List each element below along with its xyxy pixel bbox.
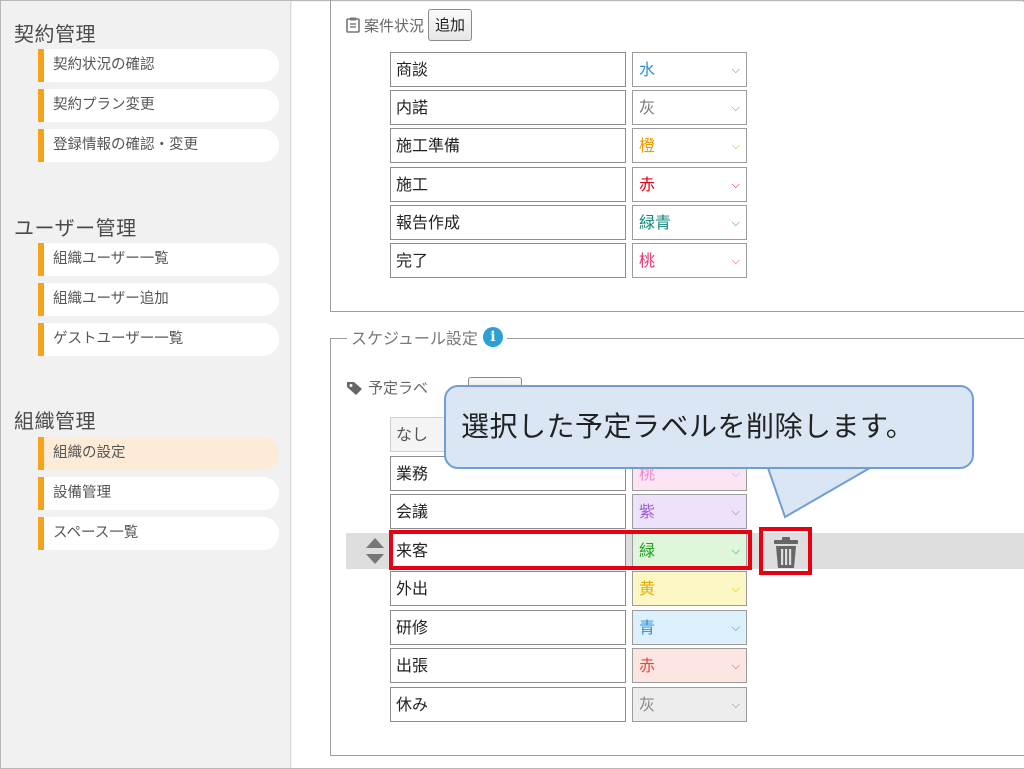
tooltip-callout: 選択した予定ラベルを削除します。 bbox=[444, 385, 974, 469]
status-name-input[interactable]: 施工準備 bbox=[390, 128, 626, 163]
add-status-button[interactable]: 追加 bbox=[428, 9, 473, 41]
chevron-down-icon: ⌵ bbox=[731, 101, 740, 114]
label-name-input[interactable]: 外出 bbox=[390, 571, 626, 606]
chevron-down-icon: ⌵ bbox=[731, 254, 740, 267]
label-name-input[interactable]: 休み bbox=[390, 687, 626, 722]
label-name-input[interactable]: 研修 bbox=[390, 610, 626, 645]
main-content: 案件状況 追加 商談水 ⌵ 内諾灰 ⌵ 施工準備橙 ⌵ 施工赤 ⌵ 報告作成 緑青 ⌵ 完了桃 ⌵ スケ… bbox=[292, 0, 1024, 768]
chevron-down-icon: ⌵ bbox=[731, 582, 740, 595]
trash-icon[interactable] bbox=[770, 535, 802, 569]
window-frame: 契約管理 契約状況の確認 契約プラン変更 登録情報の確認・変更 ユーザー管理 組… bbox=[0, 0, 1024, 769]
status-name-input[interactable]: 施工 bbox=[390, 167, 626, 202]
status-name-input[interactable]: 報告作成 bbox=[390, 205, 626, 240]
status-color-select[interactable]: 赤 ⌵ bbox=[632, 167, 747, 202]
status-color-select[interactable]: 緑青 ⌵ bbox=[632, 205, 747, 240]
chevron-down-icon: ⌵ bbox=[731, 505, 740, 518]
label-color-select[interactable]: 灰 ⌵ bbox=[632, 687, 747, 722]
schedule-settings-legend: スケジュール設定 i bbox=[347, 325, 507, 349]
sidebar-section-title: 組織管理 bbox=[14, 409, 96, 433]
tag-icon bbox=[347, 381, 362, 395]
sidebar-item-plan-change[interactable]: 契約プラン変更 bbox=[38, 89, 279, 122]
status-color-value: 灰 bbox=[639, 98, 656, 117]
info-icon[interactable]: i bbox=[482, 327, 503, 347]
label-color-value: 青 bbox=[639, 618, 656, 637]
clipboard-icon bbox=[346, 17, 360, 33]
sidebar-item-registration-info[interactable]: 登録情報の確認・変更 bbox=[38, 129, 279, 162]
status-color-value: 桃 bbox=[639, 251, 656, 270]
sidebar-section-title: 契約管理 bbox=[14, 22, 96, 46]
label-color-value: 紫 bbox=[639, 502, 656, 521]
label-color-select[interactable]: 黄 ⌵ bbox=[632, 571, 747, 606]
status-name-input[interactable]: 商談 bbox=[390, 52, 626, 87]
sidebar: 契約管理 契約状況の確認 契約プラン変更 登録情報の確認・変更 ユーザー管理 組… bbox=[2, 2, 291, 768]
status-color-value: 赤 bbox=[639, 175, 656, 194]
chevron-down-icon: ⌵ bbox=[731, 178, 740, 191]
selected-label-highlight bbox=[389, 530, 752, 570]
sidebar-item-equipment[interactable]: 設備管理 bbox=[38, 477, 279, 510]
chevron-down-icon: ⌵ bbox=[731, 139, 740, 152]
status-color-select[interactable]: 水 ⌵ bbox=[632, 52, 747, 87]
chevron-down-icon: ⌵ bbox=[731, 63, 740, 76]
sidebar-item-org-settings[interactable]: 組織の設定 bbox=[38, 437, 279, 470]
chevron-down-icon: ⌵ bbox=[731, 659, 740, 672]
schedule-label-header: 予定ラベ bbox=[346, 377, 428, 398]
status-name-input[interactable]: 内諾 bbox=[390, 90, 626, 125]
chevron-down-icon: ⌵ bbox=[731, 216, 740, 229]
status-color-value: 橙 bbox=[639, 136, 656, 155]
reorder-handle-icon[interactable] bbox=[364, 536, 386, 566]
sidebar-item-guest-users[interactable]: ゲストユーザー一覧 bbox=[38, 323, 279, 356]
project-status-header: 案件状況 追加 bbox=[346, 9, 473, 41]
label-color-value: 灰 bbox=[639, 695, 656, 714]
sidebar-item-spaces[interactable]: スペース一覧 bbox=[38, 517, 279, 550]
chevron-down-icon: ⌵ bbox=[731, 698, 740, 711]
chevron-down-icon: ⌵ bbox=[731, 621, 740, 634]
sidebar-item-contract-status[interactable]: 契約状況の確認 bbox=[38, 49, 279, 82]
label-name-input[interactable]: 出張 bbox=[390, 648, 626, 683]
label-color-value: 黄 bbox=[639, 579, 656, 598]
label-name-input[interactable]: 会議 bbox=[390, 494, 626, 529]
status-color-select[interactable]: 橙 ⌵ bbox=[632, 128, 747, 163]
label-color-value: 赤 bbox=[639, 656, 656, 675]
label-color-select[interactable]: 紫 ⌵ bbox=[632, 494, 747, 529]
label-color-select[interactable]: 赤 ⌵ bbox=[632, 648, 747, 683]
status-name-input[interactable]: 完了 bbox=[390, 243, 626, 278]
status-color-value: 水 bbox=[639, 60, 656, 79]
sidebar-item-add-user[interactable]: 組織ユーザー追加 bbox=[38, 283, 279, 316]
sidebar-section-title: ユーザー管理 bbox=[14, 216, 137, 240]
callout-tail bbox=[766, 465, 876, 519]
label-color-select[interactable]: 青 ⌵ bbox=[632, 610, 747, 645]
status-color-select[interactable]: 桃 ⌵ bbox=[632, 243, 747, 278]
schedule-settings-title: スケジュール設定 bbox=[351, 329, 478, 348]
status-color-value: 緑青 bbox=[639, 213, 672, 232]
schedule-label-title: 予定ラベ bbox=[368, 379, 429, 397]
project-status-label: 案件状況 bbox=[364, 16, 425, 35]
status-color-select[interactable]: 灰 ⌵ bbox=[632, 90, 747, 125]
sidebar-item-org-users[interactable]: 組織ユーザー一覧 bbox=[38, 243, 279, 276]
